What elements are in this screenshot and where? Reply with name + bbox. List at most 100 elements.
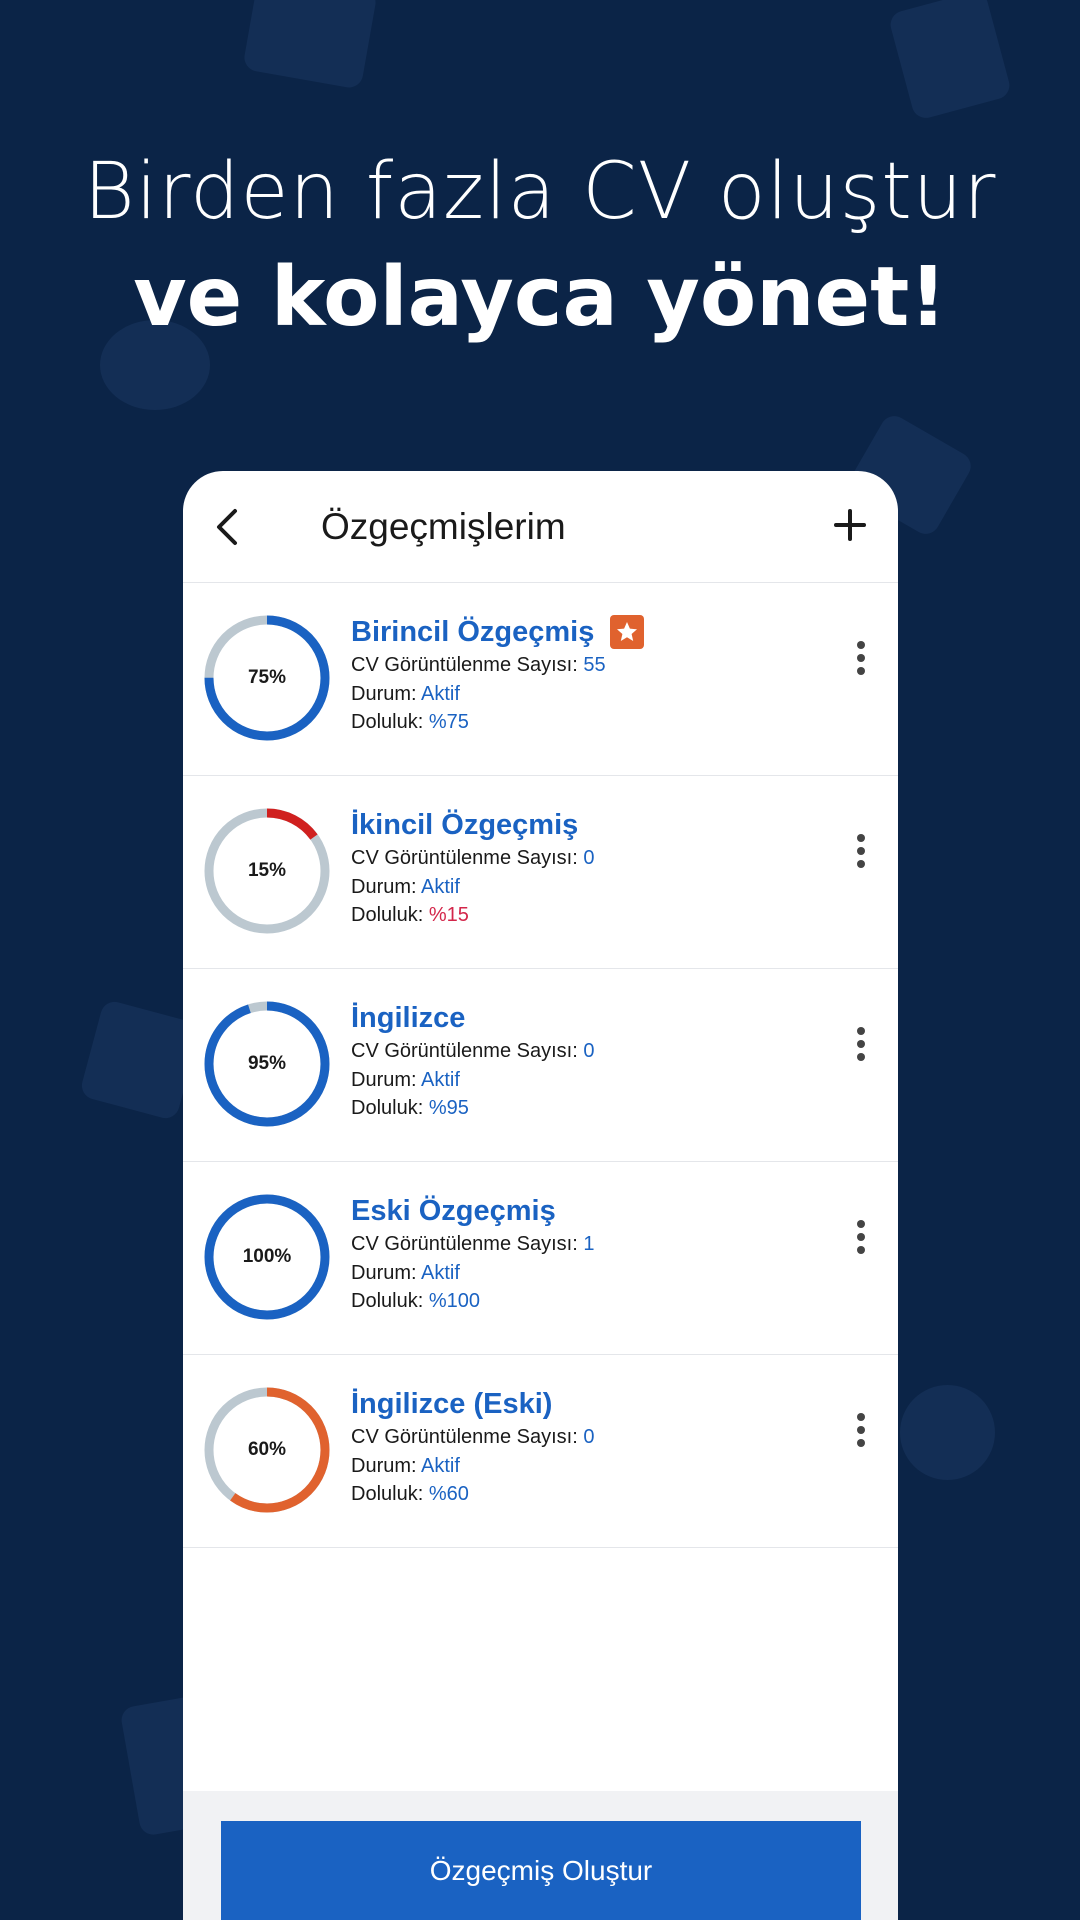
more-vert-icon-dot	[857, 1053, 865, 1061]
add-cv-button[interactable]	[828, 503, 872, 547]
more-vert-icon	[857, 1413, 865, 1421]
more-options-button[interactable]	[854, 1027, 868, 1065]
cv-status-value: Aktif	[421, 1454, 460, 1477]
more-options-button[interactable]	[854, 1220, 868, 1258]
cv-fill-value: %100	[428, 1290, 480, 1312]
cv-fill-label: Doluluk:	[351, 1290, 429, 1312]
completion-percent: 75%	[247, 667, 287, 688]
cv-fill-label: Doluluk:	[351, 904, 429, 926]
cv-fill: Doluluk: %15	[351, 901, 594, 930]
app-bar: Özgeçmişlerim	[183, 471, 898, 583]
cv-views-label: CV Görüntülenme Sayısı:	[351, 654, 584, 676]
cv-status-value: Aktif	[421, 1261, 460, 1284]
cv-fill-value: %15	[428, 904, 469, 926]
more-options-button[interactable]	[854, 834, 868, 872]
cv-fill-value: %60	[428, 1483, 469, 1505]
cv-title-text: Birincil Özgeçmiş	[351, 615, 595, 648]
cv-title[interactable]: İngilizce	[351, 999, 594, 1037]
cv-status: Durum: Aktif	[351, 680, 644, 709]
chevron-left-icon	[217, 509, 237, 545]
cv-views-label: CV Görüntülenme Sayısı:	[351, 1426, 584, 1448]
cv-views-value: 1	[583, 1233, 595, 1255]
completion-percent: 100%	[242, 1246, 292, 1267]
more-vert-icon-dot	[857, 667, 865, 675]
completion-percent: 15%	[247, 860, 287, 881]
cv-status-label: Durum:	[351, 1454, 422, 1477]
page-title: Özgeçmişlerim	[321, 506, 566, 547]
headline-line-1: Birden fazla CV oluştur	[83, 147, 997, 237]
cv-info: Eski Özgeçmiş CV Görüntülenme Sayısı: 1 …	[351, 1192, 594, 1316]
cv-list-item[interactable]: 15% İkincil Özgeçmiş CV Görüntülenme Say…	[183, 776, 898, 969]
more-vert-icon-dot	[857, 1040, 865, 1048]
star-icon	[617, 622, 638, 641]
cv-views-label: CV Görüntülenme Sayısı:	[351, 1040, 584, 1062]
completion-percent: 95%	[247, 1053, 287, 1074]
more-vert-icon-dot	[857, 1246, 865, 1254]
cv-status: Durum: Aktif	[351, 873, 594, 902]
cv-fill-label: Doluluk:	[351, 1483, 429, 1505]
cv-info: Birincil Özgeçmiş CV Görüntülenme Sayısı…	[351, 613, 645, 737]
phone-screen: Özgeçmişlerim 75% Birincil Özgeçmiş CV G…	[183, 471, 898, 1920]
cv-status-value: Aktif	[421, 1068, 460, 1091]
cv-views: CV Görüntülenme Sayısı: 0	[351, 844, 594, 873]
cv-fill-value: %95	[428, 1097, 469, 1119]
cv-views-label: CV Görüntülenme Sayısı:	[351, 1233, 584, 1255]
cv-status-label: Durum:	[351, 1261, 422, 1284]
completion-percent: 60%	[247, 1439, 287, 1460]
cv-title[interactable]: İngilizce (Eski)	[351, 1385, 594, 1423]
more-vert-icon	[857, 641, 865, 649]
cv-info: İngilizce CV Görüntülenme Sayısı: 0 Duru…	[351, 999, 594, 1123]
cv-list-item[interactable]: 60% İngilizce (Eski) CV Görüntülenme Say…	[183, 1355, 898, 1548]
headline-line-2: ve kolayca yönet!	[133, 250, 947, 346]
cv-status-label: Durum:	[351, 1068, 422, 1091]
cv-fill: Doluluk: %75	[351, 708, 644, 737]
cv-list-item[interactable]: 75% Birincil Özgeçmiş CV Görüntülenme Sa…	[183, 583, 898, 776]
background-decoration	[242, 0, 378, 90]
cv-fill: Doluluk: %60	[351, 1480, 594, 1509]
more-options-button[interactable]	[854, 1413, 868, 1451]
cv-fill-value: %75	[428, 711, 469, 733]
cv-list-item[interactable]: 100% Eski Özgeçmiş CV Görüntülenme Sayıs…	[183, 1162, 898, 1355]
more-vert-icon	[857, 1220, 865, 1228]
cv-status-label: Durum:	[351, 682, 422, 705]
cv-views: CV Görüntülenme Sayısı: 1	[351, 1230, 594, 1259]
cv-fill-label: Doluluk:	[351, 1097, 429, 1119]
cv-views-value: 55	[583, 654, 606, 676]
cv-views: CV Görüntülenme Sayısı: 0	[351, 1037, 594, 1066]
more-vert-icon-dot	[857, 1439, 865, 1447]
cv-status: Durum: Aktif	[351, 1066, 594, 1095]
cv-fill: Doluluk: %95	[351, 1094, 594, 1123]
cv-fill: Doluluk: %100	[351, 1287, 594, 1316]
background-decoration	[887, 0, 1013, 122]
cv-views: CV Görüntülenme Sayısı: 0	[351, 1423, 594, 1452]
cv-title-text: İngilizce	[351, 1001, 466, 1034]
cv-fill-label: Doluluk:	[351, 711, 429, 733]
more-vert-icon-dot	[857, 1233, 865, 1241]
back-button[interactable]	[207, 505, 251, 549]
footer: Özgeçmiş Oluştur	[183, 1791, 898, 1920]
cv-views: CV Görüntülenme Sayısı: 55	[351, 651, 644, 680]
cv-status: Durum: Aktif	[351, 1452, 594, 1481]
more-vert-icon-dot	[857, 847, 865, 855]
more-vert-icon-dot	[857, 860, 865, 868]
more-options-button[interactable]	[854, 641, 868, 679]
create-cv-button[interactable]: Özgeçmiş Oluştur	[221, 1821, 861, 1920]
background-decoration	[900, 1385, 995, 1480]
cv-title[interactable]: Eski Özgeçmiş	[351, 1192, 594, 1230]
headline: Birden fazla CV oluştur ve kolayca yönet…	[0, 140, 1080, 352]
cv-list: 75% Birincil Özgeçmiş CV Görüntülenme Sa…	[183, 583, 898, 1548]
cv-title[interactable]: Birincil Özgeçmiş	[351, 613, 645, 651]
cv-status-value: Aktif	[421, 875, 460, 898]
more-vert-icon-dot	[857, 1426, 865, 1434]
more-vert-icon	[857, 834, 865, 842]
primary-star-badge	[610, 615, 645, 649]
cv-title-text: İkincil Özgeçmiş	[351, 808, 579, 841]
cv-views-value: 0	[583, 1040, 595, 1062]
cv-views-label: CV Görüntülenme Sayısı:	[351, 847, 584, 869]
cv-info: İngilizce (Eski) CV Görüntülenme Sayısı:…	[351, 1385, 594, 1509]
plus-icon	[834, 509, 866, 541]
cv-status-label: Durum:	[351, 875, 422, 898]
cv-title[interactable]: İkincil Özgeçmiş	[351, 806, 594, 844]
cv-list-item[interactable]: 95% İngilizce CV Görüntülenme Sayısı: 0 …	[183, 969, 898, 1162]
cv-views-value: 0	[583, 1426, 595, 1448]
